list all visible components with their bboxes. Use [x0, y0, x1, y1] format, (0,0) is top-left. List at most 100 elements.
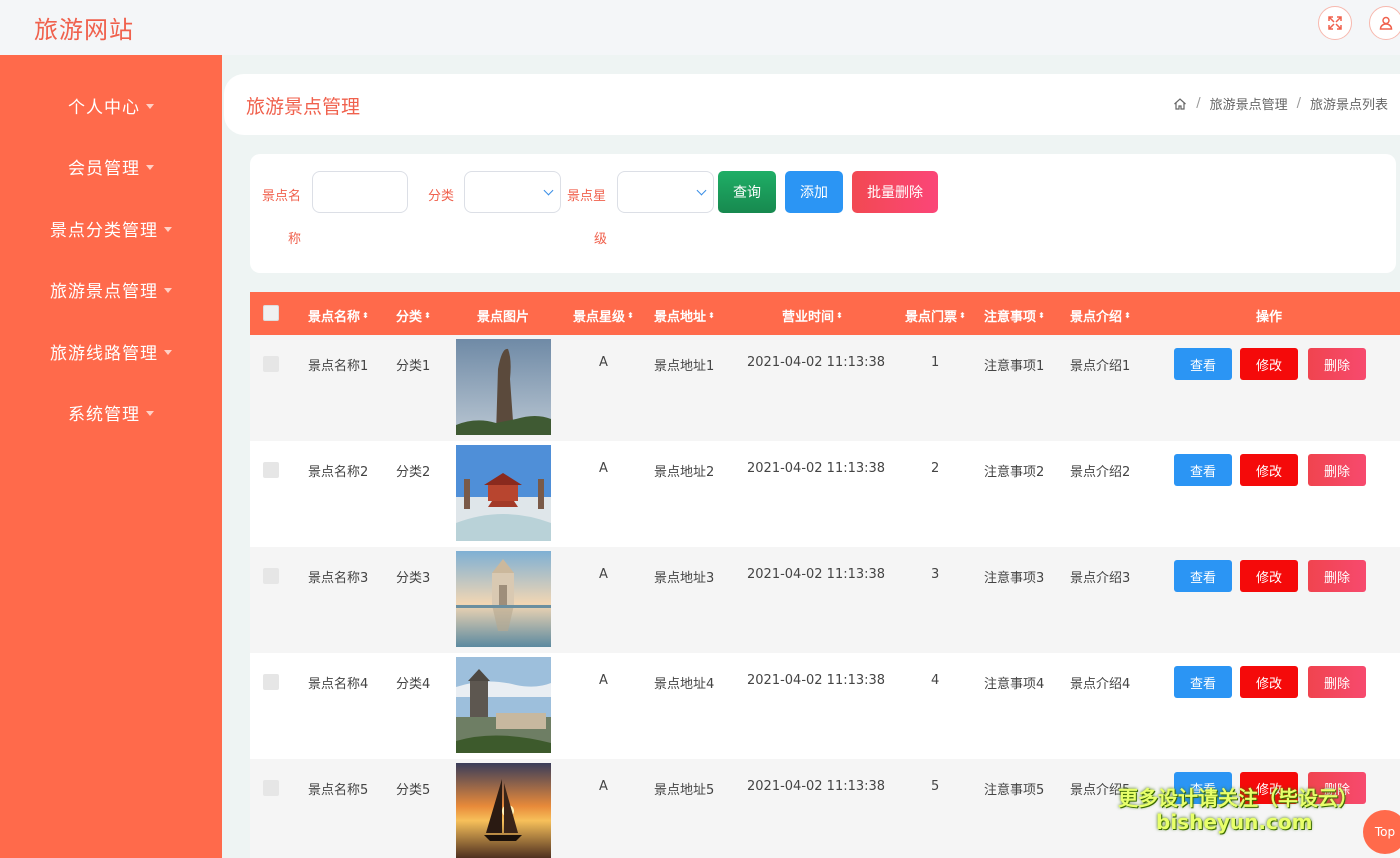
sort-icon: ⬍ [1124, 310, 1131, 320]
row-checkbox[interactable] [263, 568, 279, 584]
cell-address: 景点地址2 [654, 465, 715, 480]
row-checkbox[interactable] [263, 356, 279, 372]
column-header-address[interactable]: 景点地址 ⬍ [654, 306, 715, 325]
cell-category: 分类4 [396, 677, 431, 692]
breadcrumb-separator: / [1296, 96, 1301, 111]
row-checkbox[interactable] [263, 780, 279, 796]
column-header-star[interactable]: 景点星级 ⬍ [573, 306, 634, 325]
delete-button[interactable]: 删除 [1308, 454, 1366, 486]
table-row: 景点名称4 分类4 A 景点地址4 2021-04-02 11:13:38 4 … [250, 653, 1400, 759]
column-header-hours[interactable]: 营业时间 ⬍ [782, 306, 843, 325]
delete-button[interactable]: 删除 [1308, 348, 1366, 380]
edit-button[interactable]: 修改 [1240, 348, 1298, 380]
sidebar-item-system-management[interactable]: 系统管理 [0, 392, 222, 432]
table-row: 景点名称1 分类1 A 景点地址1 2021-04-02 11:13:38 1 … [250, 335, 1400, 441]
cell-intro: 景点介绍2 [1070, 465, 1131, 480]
row-checkbox[interactable] [263, 674, 279, 690]
chevron-down-icon [696, 185, 707, 196]
cell-category: 分类2 [396, 465, 431, 480]
batch-delete-button[interactable]: 批量删除 [852, 171, 938, 213]
attraction-image [456, 339, 551, 435]
back-to-top-button[interactable]: Top [1363, 810, 1400, 854]
sort-icon: ⬍ [362, 310, 369, 320]
sort-icon: ⬍ [627, 310, 634, 320]
cell-name: 景点名称3 [308, 571, 369, 586]
expand-icon[interactable] [1318, 6, 1352, 40]
cell-ticket: 1 [931, 355, 940, 370]
breadcrumb-item[interactable]: 旅游景点管理 [1210, 94, 1288, 113]
column-header-category[interactable]: 分类 ⬍ [396, 306, 431, 325]
view-button[interactable]: 查看 [1174, 454, 1232, 486]
sidebar-item-attraction-management[interactable]: 旅游景点管理 [0, 269, 222, 309]
caret-down-icon [164, 287, 172, 293]
query-button[interactable]: 查询 [718, 171, 776, 213]
sidebar-item-member-management[interactable]: 会员管理 [0, 146, 222, 186]
cell-hours: 2021-04-02 11:13:38 [747, 461, 886, 476]
category-select[interactable] [464, 171, 561, 213]
column-header-notes[interactable]: 注意事项 ⬍ [984, 306, 1045, 325]
column-header-ticket[interactable]: 景点门票 ⬍ [905, 306, 966, 325]
select-all-checkbox[interactable] [263, 305, 279, 321]
home-icon[interactable] [1173, 97, 1187, 111]
sort-icon: ⬍ [1038, 310, 1045, 320]
sidebar-item-label: 景点分类管理 [50, 220, 158, 241]
cell-address: 景点地址5 [654, 783, 715, 798]
cell-star: A [599, 779, 608, 794]
attraction-image [456, 445, 551, 541]
breadcrumb-item: 旅游景点列表 [1309, 98, 1388, 113]
user-icon[interactable] [1369, 6, 1400, 40]
cell-category: 分类1 [396, 359, 431, 374]
sidebar-item-personal-center[interactable]: 个人中心 [0, 85, 222, 125]
column-header-intro[interactable]: 景点介绍 ⬍ [1070, 306, 1131, 325]
cell-intro: 景点介绍4 [1070, 677, 1131, 692]
view-button[interactable]: 查看 [1174, 348, 1232, 380]
edit-button[interactable]: 修改 [1240, 560, 1298, 592]
star-label: 景点星 [567, 189, 607, 204]
breadcrumb-separator: / [1196, 96, 1201, 111]
view-button[interactable]: 查看 [1174, 666, 1232, 698]
attraction-image [456, 551, 551, 647]
cell-notes: 注意事项5 [984, 783, 1045, 798]
view-button[interactable]: 查看 [1174, 560, 1232, 592]
page-title: 旅游景点管理 [246, 96, 361, 118]
cell-category: 分类3 [396, 571, 431, 586]
cell-category: 分类5 [396, 783, 431, 798]
cell-star: A [599, 673, 608, 688]
attractions-table: 景点名称 ⬍ 分类 ⬍ 景点图片 景点星级 ⬍ 景点地址 ⬍ 营业时间 ⬍ 景点门票 ⬍ 注… [250, 292, 1400, 858]
cell-notes: 注意事项4 [984, 677, 1045, 692]
edit-button[interactable]: 修改 [1240, 666, 1298, 698]
sidebar-item-label: 系统管理 [68, 404, 140, 425]
sidebar-item-route-management[interactable]: 旅游线路管理 [0, 331, 222, 371]
title-card: 旅游景点管理 / 旅游景点管理 / 旅游景点列表 [224, 74, 1400, 135]
add-button[interactable]: 添加 [785, 171, 843, 213]
star-level-select[interactable] [617, 171, 714, 213]
cell-name: 景点名称5 [308, 783, 369, 798]
delete-button[interactable]: 删除 [1308, 666, 1366, 698]
cell-intro: 景点介绍1 [1070, 359, 1131, 374]
attraction-image [456, 763, 551, 858]
name-label-wrap: 称 [288, 232, 302, 247]
edit-button[interactable]: 修改 [1240, 454, 1298, 486]
cell-name: 景点名称4 [308, 677, 369, 692]
cell-name: 景点名称2 [308, 465, 369, 480]
sidebar-item-label: 个人中心 [68, 97, 140, 118]
cell-address: 景点地址4 [654, 677, 715, 692]
delete-button[interactable]: 删除 [1308, 560, 1366, 592]
cell-ticket: 5 [931, 779, 940, 794]
row-checkbox[interactable] [263, 462, 279, 478]
column-header-image: 景点图片 [477, 310, 530, 325]
caret-down-icon [146, 164, 154, 170]
watermark-url: bisheyun.com [1156, 810, 1313, 834]
column-header-name[interactable]: 景点名称 ⬍ [308, 306, 369, 325]
search-panel: 景点名 称 分类 景点星 级 查询 添加 批量删除 [250, 154, 1396, 273]
sidebar-item-label: 旅游景点管理 [50, 281, 158, 302]
attraction-name-input[interactable] [312, 171, 408, 213]
cell-star: A [599, 567, 608, 582]
sidebar: 个人中心 会员管理 景点分类管理 旅游景点管理 旅游线路管理 系统管理 [0, 55, 222, 858]
cell-notes: 注意事项3 [984, 571, 1045, 586]
watermark-text: 更多设计请关注（毕设云） [1118, 786, 1358, 810]
column-header-actions: 操作 [1256, 310, 1283, 325]
sidebar-item-category-management[interactable]: 景点分类管理 [0, 208, 222, 248]
sort-icon: ⬍ [959, 310, 966, 320]
table-row: 景点名称3 分类3 A 景点地址3 2021-04-02 11:13:38 3 … [250, 547, 1400, 653]
